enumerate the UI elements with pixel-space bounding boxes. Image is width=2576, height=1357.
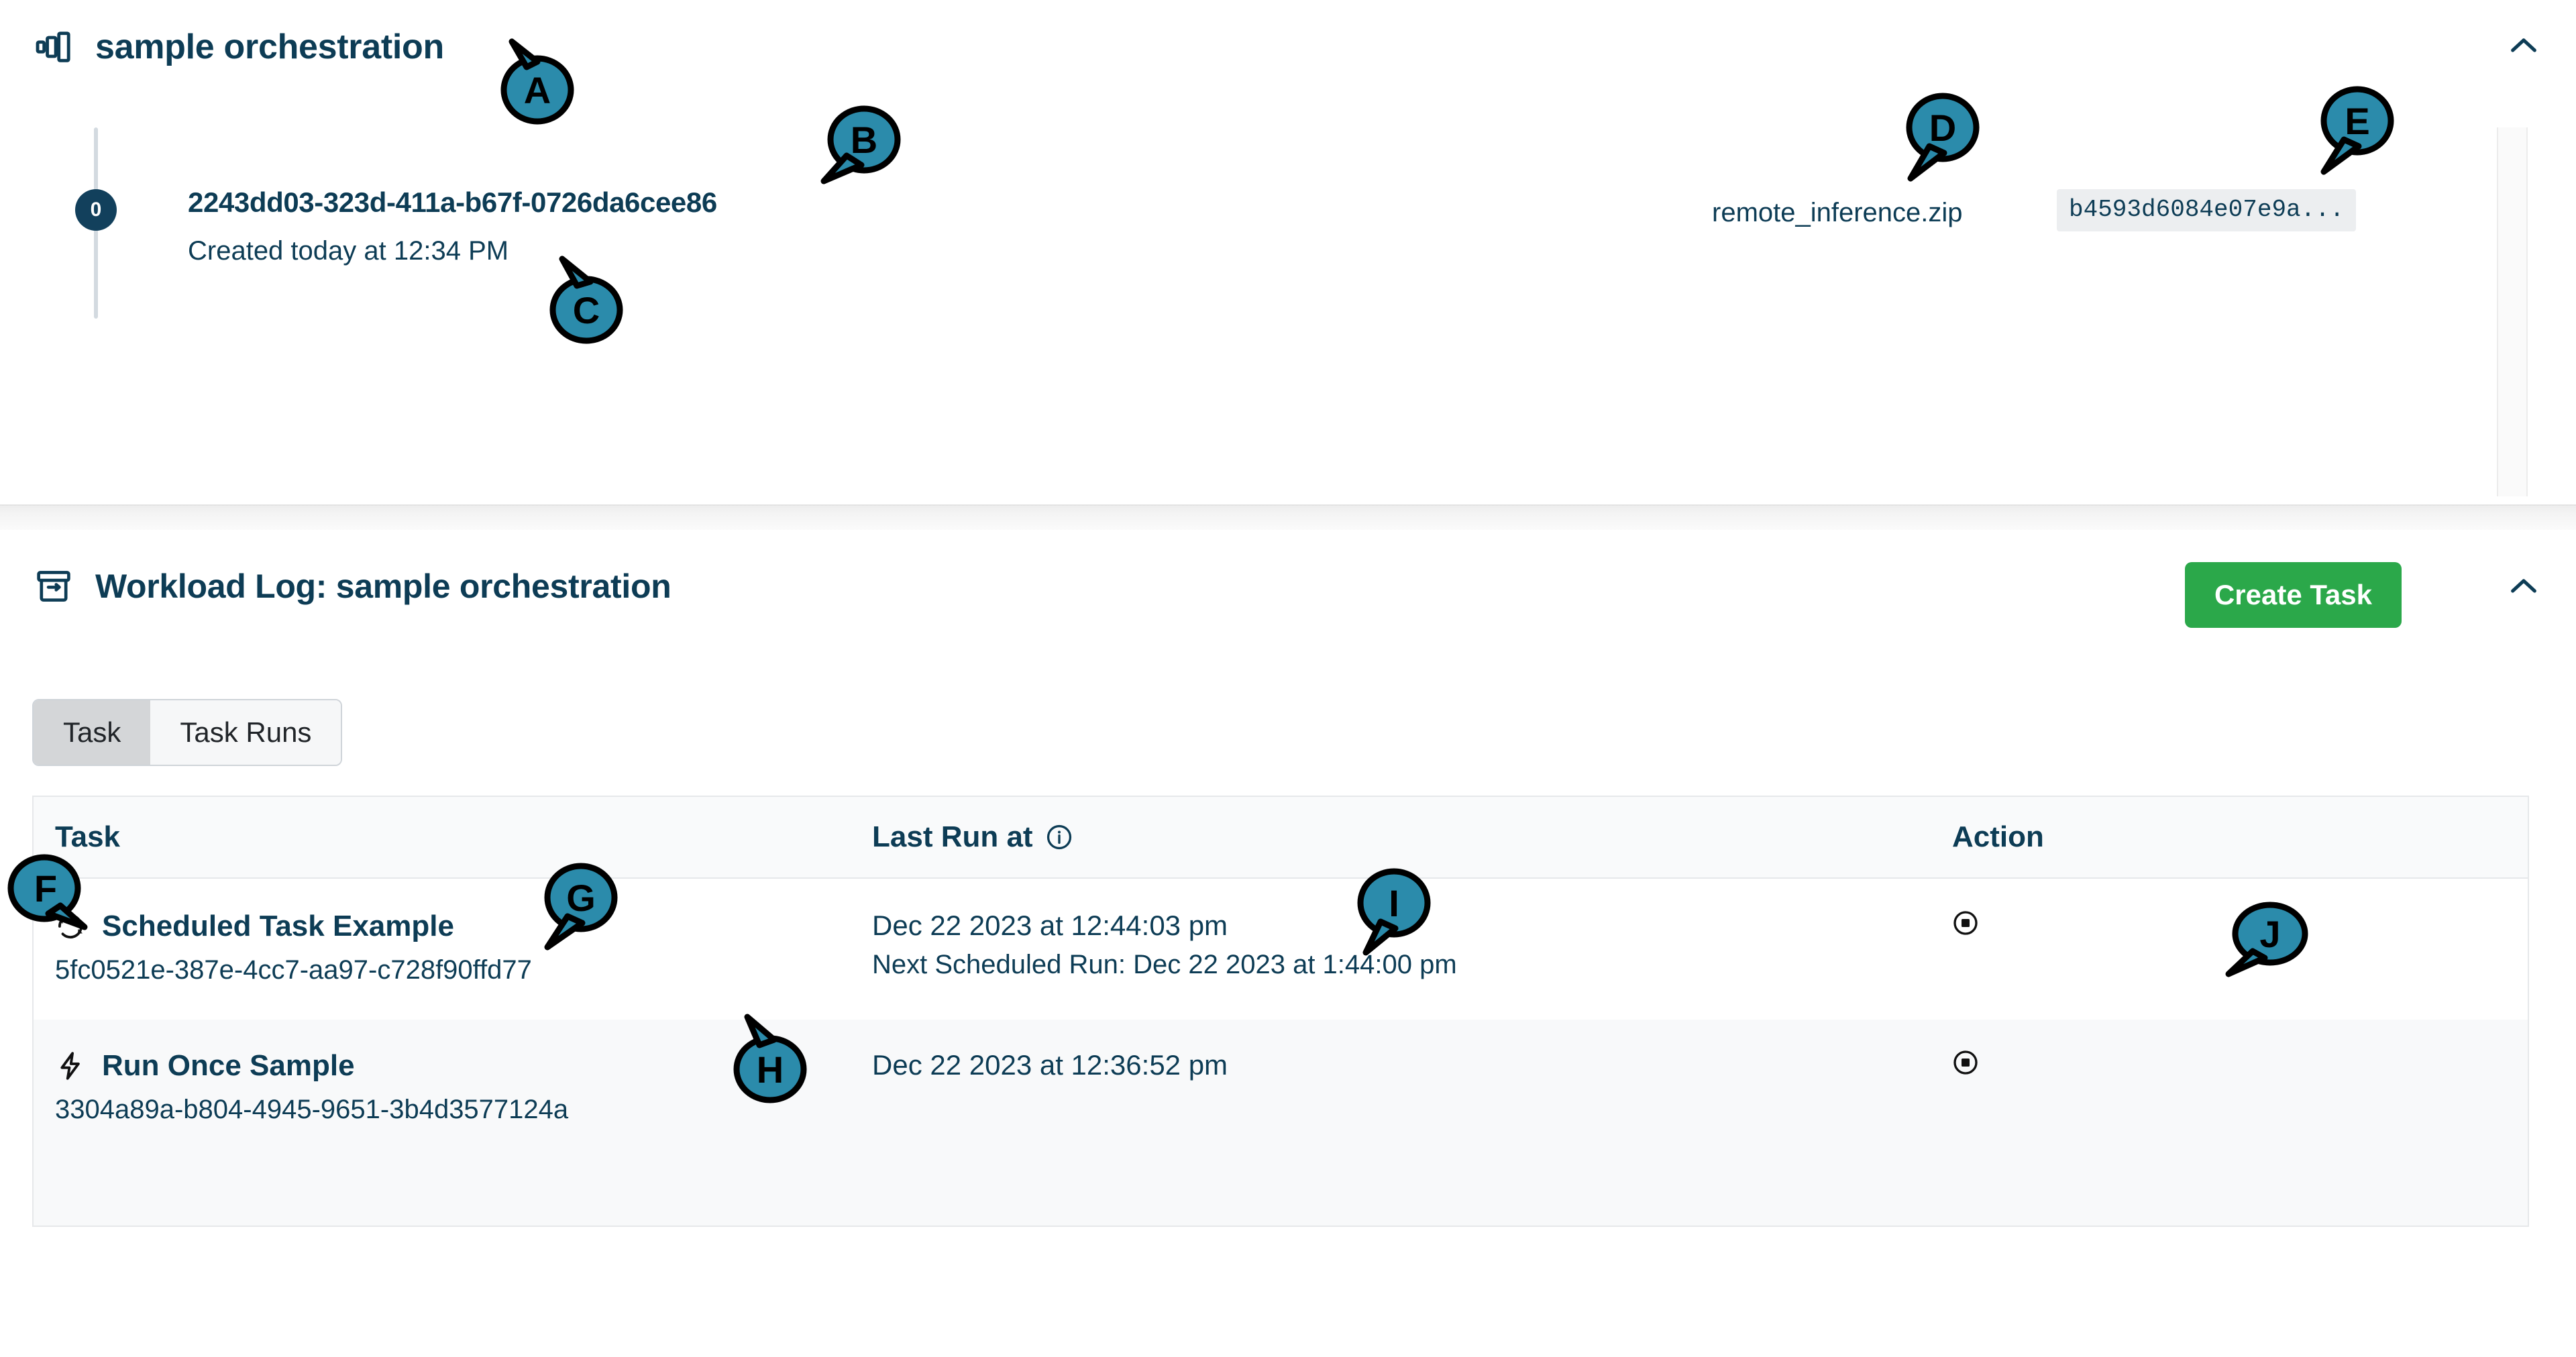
- annotation-bubble-j: J: [2225, 902, 2308, 977]
- task-cell: Scheduled Task Example 5fc0521e-387e-4cc…: [34, 910, 872, 985]
- info-circle-icon[interactable]: [1045, 823, 1073, 851]
- orchestration-header: sample orchestration: [0, 0, 2576, 94]
- tab-task-runs[interactable]: Task Runs: [150, 700, 341, 765]
- task-name-row-2[interactable]: Run Once Sample: [102, 1049, 355, 1083]
- columns-icon: [34, 28, 72, 66]
- task-column-header: Task: [55, 820, 121, 853]
- orchestration-scrollbar[interactable]: [2497, 127, 2528, 496]
- orchestration-section: sample orchestration 0 2243dd03-323d-411…: [0, 0, 2576, 506]
- task-name-row-1[interactable]: Scheduled Task Example: [102, 910, 454, 943]
- table-row[interactable]: Run Once Sample 3304a89a-b804-4945-9651-…: [34, 1020, 2528, 1226]
- run-uuid[interactable]: 2243dd03-323d-411a-b67f-0726da6cee86: [188, 186, 717, 219]
- last-run-row-2: Dec 22 2023 at 12:36:52 pm: [872, 1049, 1228, 1081]
- artifact-hash[interactable]: b4593d6084e07e9a...: [2057, 189, 2357, 231]
- tab-task[interactable]: Task: [34, 700, 151, 765]
- last-run-cell: Dec 22 2023 at 12:36:52 pm: [872, 1049, 1952, 1081]
- task-table-header: Task Last Run at Action: [34, 797, 2528, 879]
- chevron-up-icon: [2505, 27, 2542, 64]
- last-run-column-label: Last Run at: [872, 820, 1033, 853]
- annotation-bubble-h: H: [731, 1014, 807, 1103]
- view-mode-tabs: Task Task Runs: [32, 699, 343, 766]
- chevron-up-icon: [2505, 567, 2542, 605]
- table-row[interactable]: Scheduled Task Example 5fc0521e-387e-4cc…: [34, 879, 2528, 1020]
- lightning-bolt-icon: [55, 1050, 86, 1081]
- last-run-column-header: Last Run at: [872, 820, 1952, 854]
- action-cell: [1952, 1049, 2502, 1076]
- action-stop-row-2[interactable]: [1952, 1049, 1979, 1076]
- annotation-bubble-a: A: [500, 38, 575, 129]
- section-divider: [0, 504, 2576, 530]
- annotation-bubble-c: C: [549, 256, 624, 344]
- annotation-bubble-d: D: [1905, 93, 1980, 182]
- page-title: sample orchestration: [95, 28, 444, 66]
- annotation-bubble-g: G: [543, 863, 619, 951]
- run-created-date: Created today at 12:34 PM: [188, 236, 509, 266]
- annotation-bubble-e: E: [2320, 86, 2395, 175]
- app-root: sample orchestration 0 2243dd03-323d-411…: [0, 0, 2576, 1357]
- annotation-bubble-b: B: [820, 105, 902, 184]
- action-stop-row-1[interactable]: [1952, 910, 1979, 936]
- workload-log-collapse-toggle[interactable]: [2502, 565, 2545, 608]
- workload-log-section: Workload Log: sample orchestration Creat…: [0, 530, 2576, 1227]
- annotation-bubble-i: I: [1356, 868, 1432, 956]
- run-timeline-marker: 0: [75, 189, 117, 231]
- task-table: Task Last Run at Action Scheduled Task E…: [32, 796, 2529, 1227]
- workload-log-title: Workload Log: sample orchestration: [95, 567, 672, 605]
- action-column-header: Action: [1952, 820, 2044, 853]
- task-id-row-1: 5fc0521e-387e-4cc7-aa97-c728f90ffd77: [55, 955, 532, 985]
- orchestration-collapse-toggle[interactable]: [2502, 24, 2545, 67]
- archive-box-icon: [35, 567, 72, 605]
- artifact-name: remote_inference.zip: [1712, 198, 1963, 227]
- workload-log-header: Workload Log: sample orchestration Creat…: [0, 530, 2576, 643]
- annotation-bubble-f: F: [5, 853, 88, 930]
- create-task-button[interactable]: Create Task: [2184, 562, 2402, 628]
